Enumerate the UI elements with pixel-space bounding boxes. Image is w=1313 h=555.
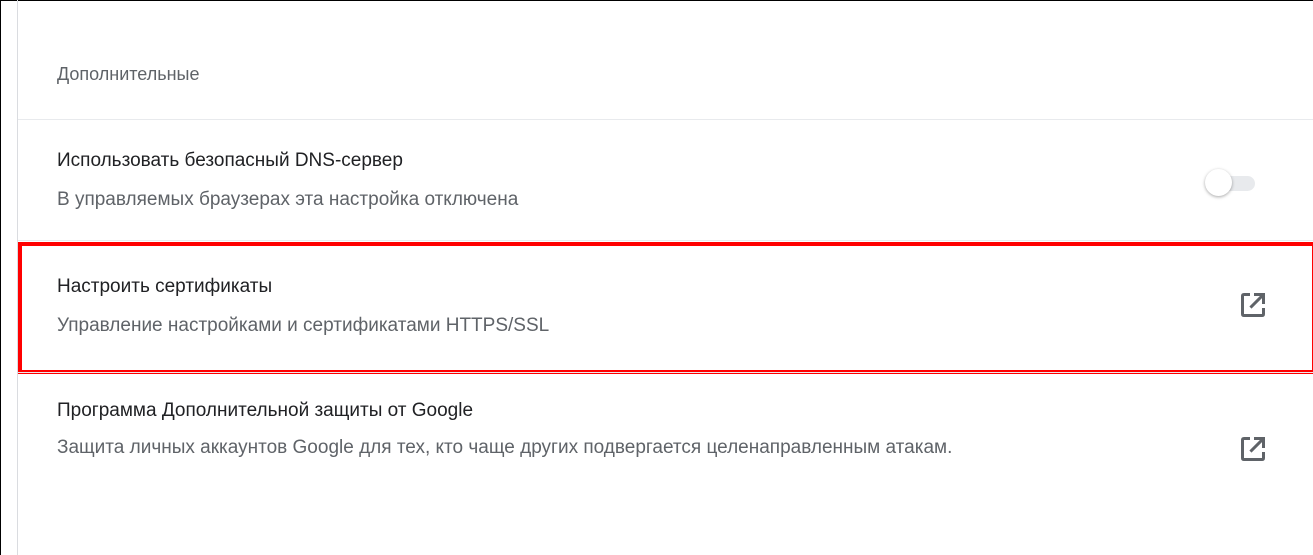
window-border-left (0, 0, 1, 555)
window-border-top (0, 0, 1313, 1)
secure-dns-subtitle: В управляемых браузерах эта настройка от… (57, 189, 519, 210)
section-title: Дополнительные (57, 64, 200, 84)
secure-dns-toggle[interactable] (1205, 168, 1267, 198)
advanced-protection-title: Программа Дополнительной защиты от Googl… (57, 400, 474, 421)
external-link-icon[interactable] (1238, 434, 1268, 464)
manage-certificates-subtitle: Управление настройками и сертификатами H… (57, 315, 550, 336)
manage-certificates-row[interactable] (18, 241, 1313, 367)
external-link-icon[interactable] (1238, 290, 1268, 320)
manage-certificates-title: Настроить сертификаты (57, 276, 273, 297)
secure-dns-row[interactable] (18, 120, 1313, 240)
secure-dns-title: Использовать безопасный DNS-сервер (57, 150, 403, 171)
advanced-protection-subtitle: Защита личных аккаунтов Google для тех, … (57, 437, 953, 458)
settings-page: Дополнительные Использовать безопасный D… (0, 0, 1313, 555)
toggle-knob (1205, 169, 1232, 196)
